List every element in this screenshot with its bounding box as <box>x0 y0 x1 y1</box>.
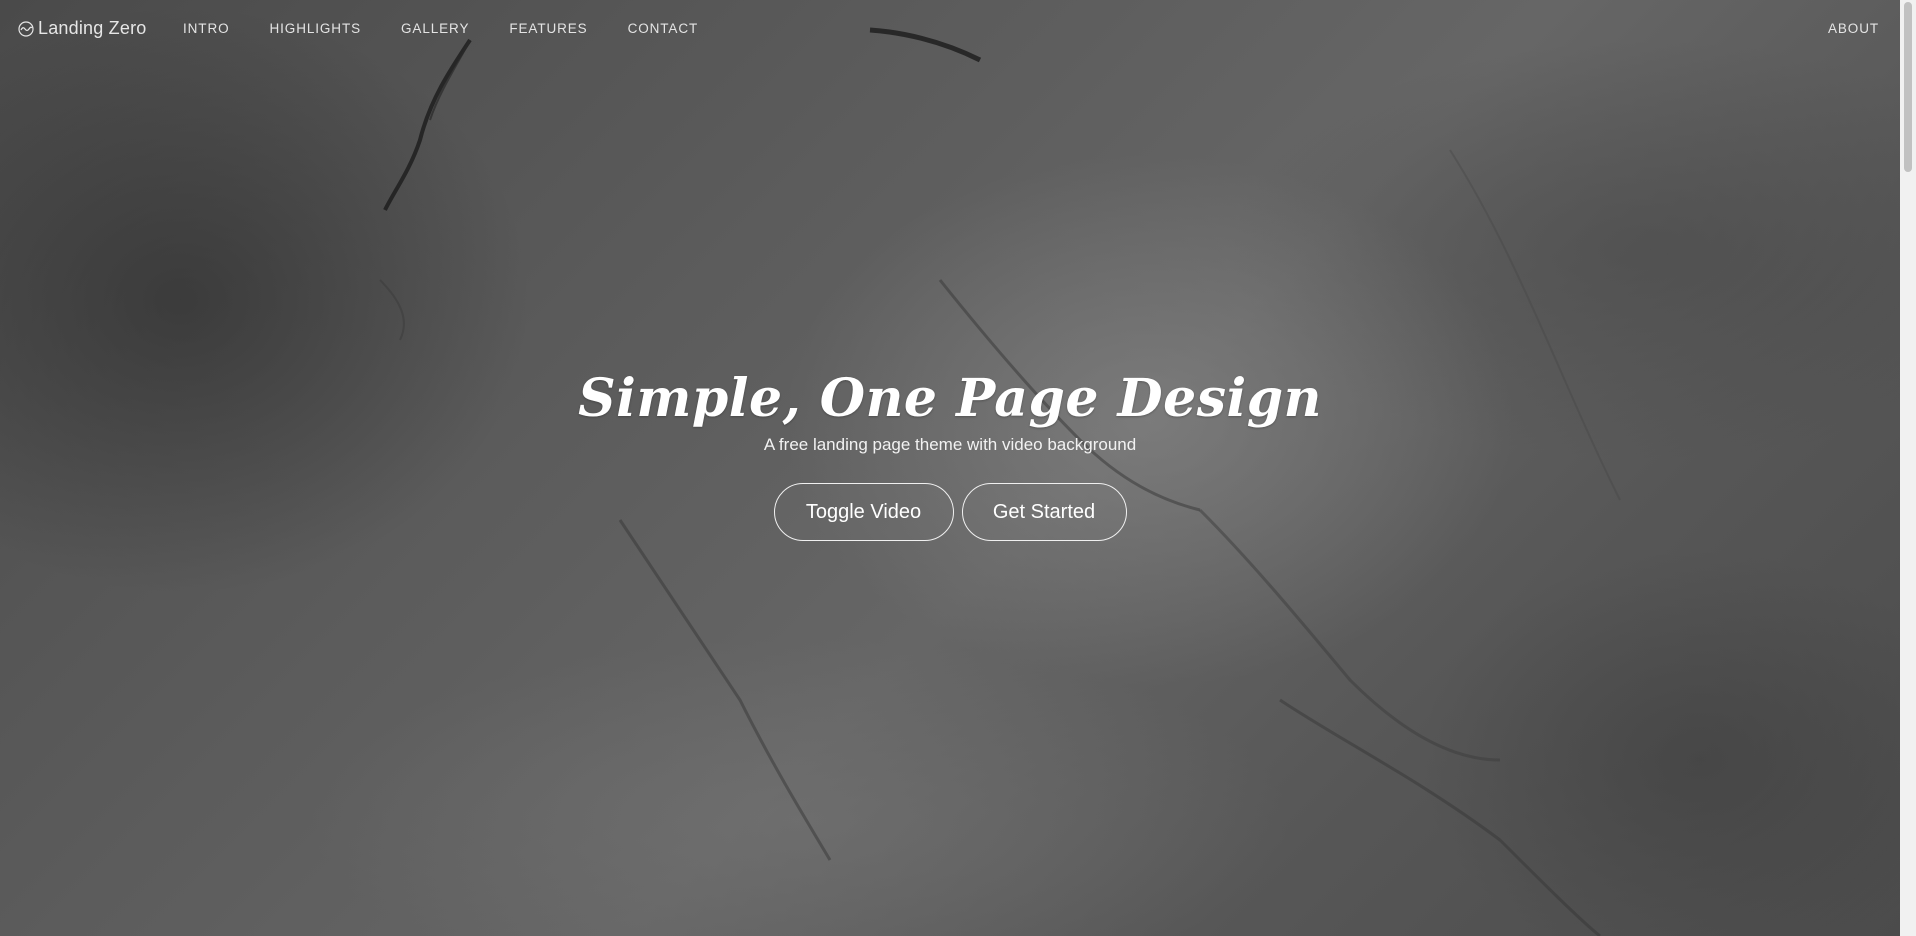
nav-link-about[interactable]: ABOUT <box>1828 21 1879 36</box>
top-navbar: Landing Zero INTRO HIGHLIGHTS GALLERY FE… <box>0 0 1900 58</box>
toggle-video-button[interactable]: Toggle Video <box>773 483 954 542</box>
nav-link-features[interactable]: FEATURES <box>509 21 587 36</box>
scrollbar-thumb[interactable] <box>1904 2 1912 172</box>
nav-link-highlights[interactable]: HIGHLIGHTS <box>270 21 362 36</box>
wave-circle-icon <box>18 20 34 37</box>
nav-links: INTRO HIGHLIGHTS GALLERY FEATURES CONTAC… <box>183 21 738 36</box>
hero-buttons: Toggle Video Get Started <box>0 483 1900 542</box>
brand-name: Landing Zero <box>38 18 147 38</box>
nav-link-gallery[interactable]: GALLERY <box>401 21 469 36</box>
brand-logo-link[interactable]: Landing Zero <box>18 18 146 39</box>
page-scrollbar[interactable] <box>1900 0 1916 936</box>
hero-subtitle: A free landing page theme with video bac… <box>763 435 1137 455</box>
get-started-button[interactable]: Get Started <box>961 483 1127 542</box>
nav-link-contact[interactable]: CONTACT <box>628 21 699 36</box>
nav-link-intro[interactable]: INTRO <box>183 21 230 36</box>
hero-section: Simple, One Page Design A free landing p… <box>0 368 1900 542</box>
hero-title: Simple, One Page Design <box>578 368 1322 429</box>
